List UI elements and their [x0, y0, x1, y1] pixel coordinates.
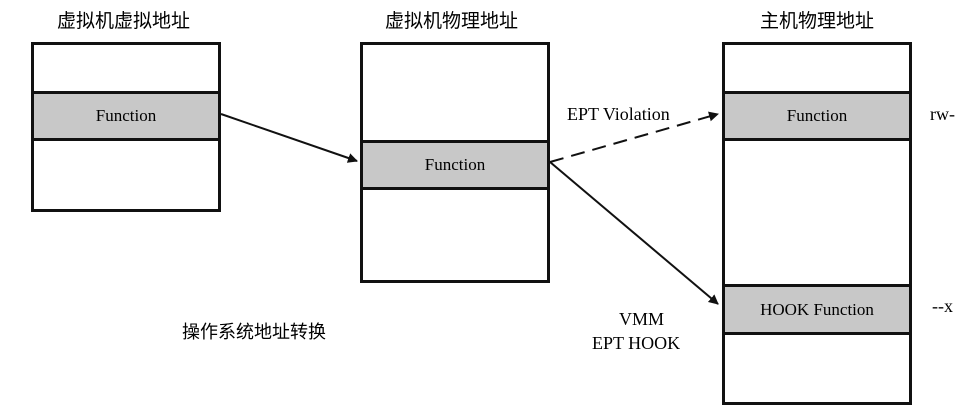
ept-hook-label: EPT HOOK — [592, 333, 681, 353]
ept-violation-label: EPT Violation — [567, 104, 670, 124]
os-translation-label: 操作系统地址转换 — [182, 322, 326, 343]
arrow-guest-translation — [220, 113, 358, 163]
arrow-ept-hook — [549, 161, 719, 305]
perm-x-label: --x — [932, 296, 953, 316]
perm-rw-label: rw- — [930, 104, 955, 124]
vmm-label: VMM — [619, 309, 665, 329]
arrows-layer — [220, 111, 719, 305]
